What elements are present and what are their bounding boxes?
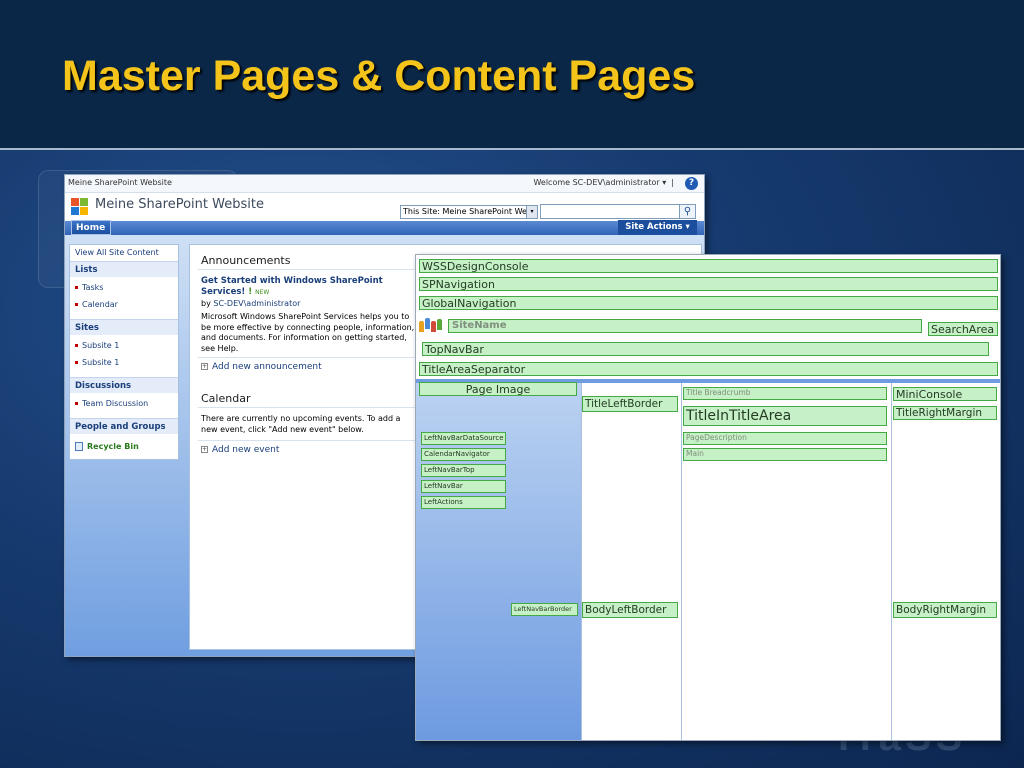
placeholder-calendar-navigator: CalendarNavigator [421,448,506,461]
placeholder-top-nav-bar: TopNavBar [422,342,989,356]
site-actions-menu[interactable]: Site Actions ▾ [618,220,697,235]
quick-launch-item-calendar[interactable]: Calendar [70,298,178,312]
top-bar: Meine SharePoint Website Welcome SC-DEV\… [65,175,704,193]
divider [198,269,418,270]
site-title[interactable]: Meine SharePoint Website [95,197,264,212]
placeholder-page-description: PageDescription [683,432,887,445]
column-divider [891,383,892,740]
placeholder-search-area: SearchArea [928,322,998,336]
placeholder-title-in-title-area: TitleInTitleArea [683,406,887,426]
quick-launch-heading-discussions[interactable]: Discussions [70,377,178,393]
quick-launch-heading-sites[interactable]: Sites [70,319,178,335]
add-icon: + [201,363,208,370]
site-people-icon [419,318,445,332]
placeholder-main: Main [683,448,887,461]
placeholder-left-nav-bar-border: LeftNavBarBorder [511,603,578,616]
add-icon: + [201,446,208,453]
recycle-bin-icon [75,442,83,451]
bullet-icon [75,303,78,306]
announcement-item-link[interactable]: Get Started with Windows SharePoint Serv… [201,276,391,298]
bullet-icon [75,402,78,405]
slide-title: Master Pages & Content Pages [62,52,696,100]
placeholder-wss-design-console: WSSDesignConsole [419,259,998,273]
recycle-bin-link[interactable]: Recycle Bin [70,440,178,454]
search-input[interactable] [540,204,680,219]
divider [198,440,418,441]
calendar-title[interactable]: Calendar [201,392,250,405]
bullet-icon [75,344,78,347]
placeholder-sp-navigation: SPNavigation [419,277,998,291]
divider [198,357,418,358]
placeholder-body-right-margin: BodyRightMargin [893,602,997,618]
column-divider [581,383,582,740]
quick-launch-item-tasks[interactable]: Tasks [70,281,178,295]
divider [198,407,418,408]
search-scope-value: This Site: Meine SharePoint Website [403,207,538,216]
bullet-icon [75,361,78,364]
new-badge: NEW [255,289,270,296]
new-mark: ! [248,287,253,297]
calendar-empty-message: There are currently no upcoming events. … [201,414,401,434]
welcome-menu-label: Welcome SC-DEV\administrator ▾ [533,178,667,187]
help-icon[interactable]: ? [685,177,698,190]
announcements-title[interactable]: Announcements [201,254,290,267]
placeholder-left-nav-bar-data-source: LeftNavBarDataSource [421,432,506,445]
welcome-menu[interactable]: Welcome SC-DEV\administrator ▾ | [533,178,674,187]
placeholder-left-nav-bar-top: LeftNavBarTop [421,464,506,477]
placeholder-left-nav-bar: LeftNavBar [421,480,506,493]
placeholder-left-actions: LeftActions [421,496,506,509]
top-bar-separator: | [671,178,674,187]
quick-launch-heading-lists[interactable]: Lists [70,261,178,277]
announcement-body: Microsoft Windows SharePoint Services he… [201,312,415,353]
view-all-site-content-link[interactable]: View All Site Content [70,246,178,260]
add-new-event-link[interactable]: + Add new event [201,445,279,455]
tab-home[interactable]: Home [71,220,111,235]
placeholder-site-name: SiteName [448,319,922,333]
chevron-down-icon[interactable]: ▾ [526,206,537,218]
bullet-icon [75,286,78,289]
master-page-diagram: WSSDesignConsole SPNavigation GlobalNavi… [415,254,1001,741]
placeholder-body-left-border: BodyLeftBorder [582,602,678,618]
author-link[interactable]: SC-DEV\administrator [213,299,300,308]
quick-launch-item-subsite[interactable]: Subsite 1 [70,339,178,353]
site-breadcrumb-link[interactable]: Meine SharePoint Website [68,178,172,187]
column-divider [681,383,682,740]
placeholder-mini-console: MiniConsole [893,387,997,401]
announcement-author: by SC-DEV\administrator [201,299,301,308]
placeholder-title-breadcrumb: Title Breadcrumb [683,387,887,400]
quick-launch: View All Site Content Lists Tasks Calend… [69,244,179,460]
add-new-announcement-link[interactable]: + Add new announcement [201,362,322,372]
placeholder-title-right-margin: TitleRightMargin [893,406,997,420]
quick-launch-heading-people[interactable]: People and Groups [70,418,178,434]
search-icon[interactable]: ⚲ [679,204,696,219]
search-scope-select[interactable]: This Site: Meine SharePoint Website ▾ [400,205,538,219]
quick-launch-item-team-discussion[interactable]: Team Discussion [70,397,178,411]
placeholder-page-image: Page Image [419,382,577,396]
placeholder-global-navigation: GlobalNavigation [419,296,998,310]
sharepoint-logo-icon [71,198,91,216]
quick-launch-item-subsite[interactable]: Subsite 1 [70,356,178,370]
placeholder-title-area-separator: TitleAreaSeparator [419,362,998,376]
top-nav-bar [65,221,704,235]
placeholder-title-left-border: TitleLeftBorder [582,396,678,412]
